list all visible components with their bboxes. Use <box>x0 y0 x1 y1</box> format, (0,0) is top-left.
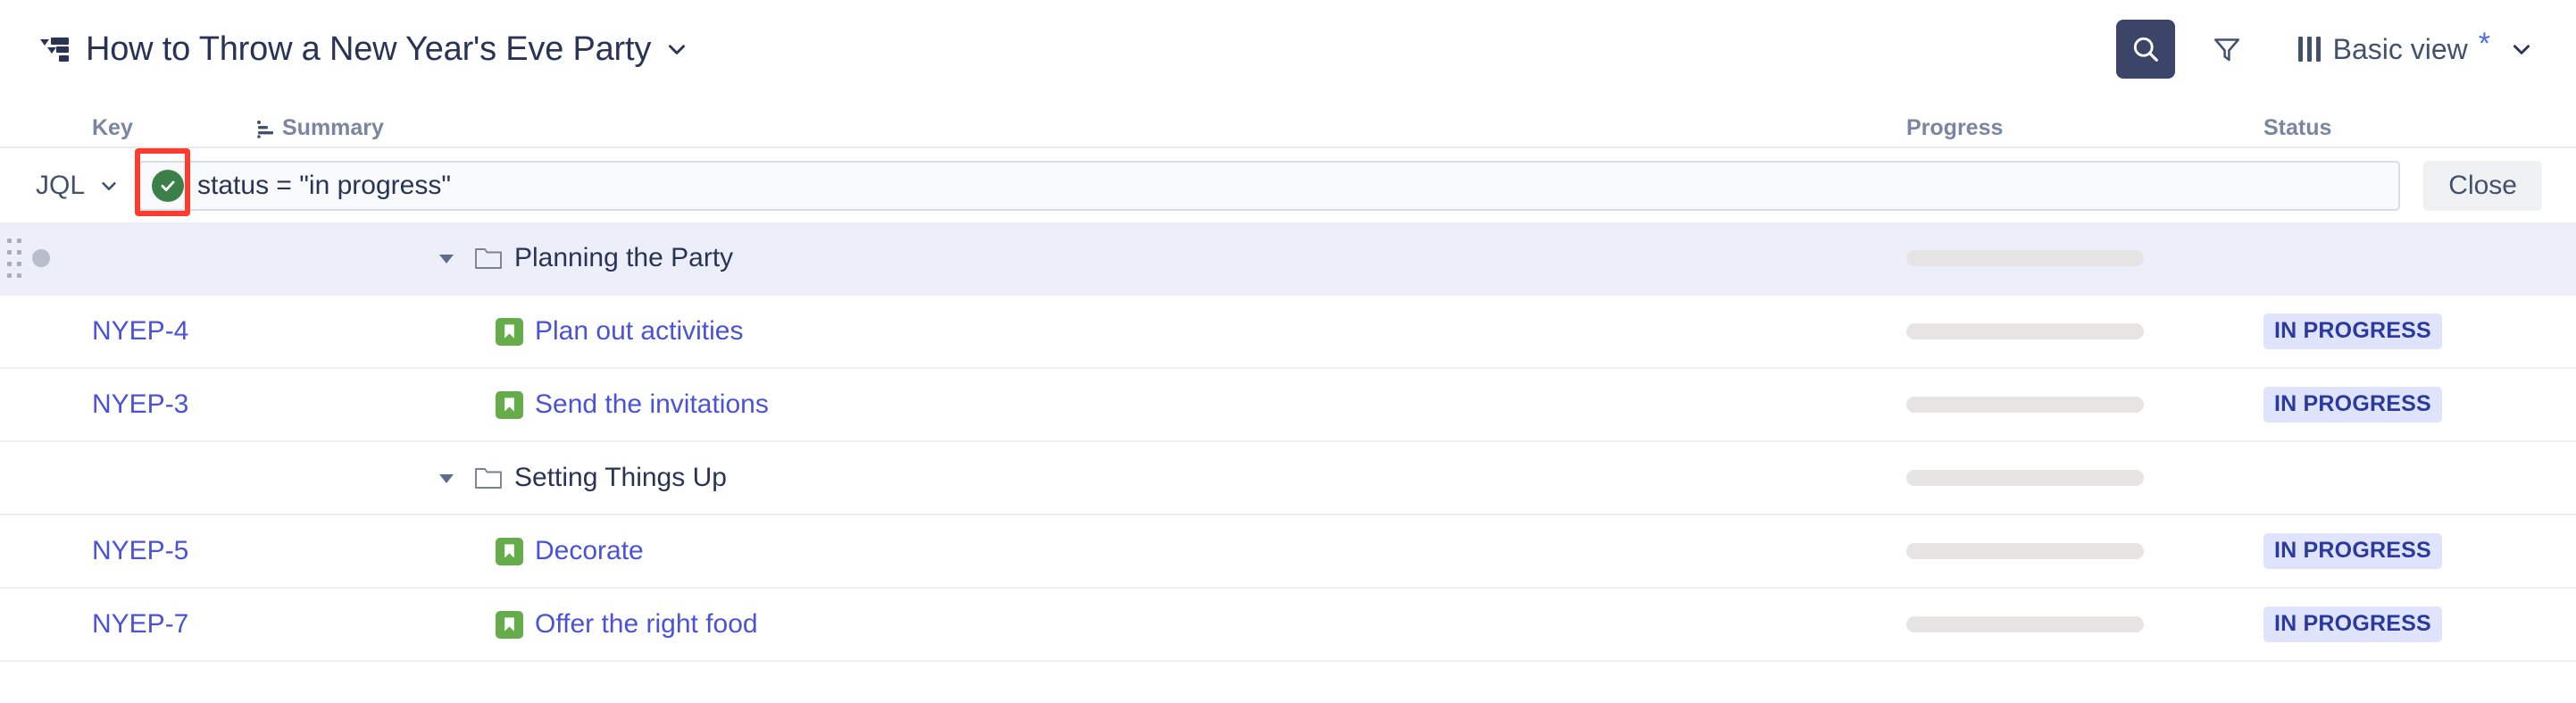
cell-progress <box>1906 543 2263 559</box>
cell-status: IN PROGRESS <box>2263 314 2576 349</box>
summary-text[interactable]: Send the invitations <box>535 389 769 420</box>
drag-handle-icon[interactable] <box>7 239 21 278</box>
cell-summary: Planning the Party <box>254 243 1906 273</box>
progress-bar <box>1906 616 2144 632</box>
caret-down-icon[interactable] <box>435 466 458 490</box>
folder-icon <box>475 468 502 489</box>
cell-summary: Send the invitations <box>254 389 1906 420</box>
cell-status: IN PROGRESS <box>2263 607 2576 642</box>
page-title: How to Throw a New Year's Eve Party <box>86 29 652 68</box>
column-headers: Key Summary Progress Status <box>0 98 2576 148</box>
story-icon <box>496 610 523 639</box>
cell-key[interactable]: NYEP-5 <box>89 536 254 566</box>
summary-text: Planning the Party <box>514 243 734 272</box>
progress-bar <box>1906 397 2144 413</box>
cell-summary: Offer the right food <box>254 609 1906 640</box>
search-icon <box>2133 37 2158 62</box>
cell-key[interactable]: NYEP-4 <box>89 316 254 347</box>
jql-mode-label: JQL <box>36 170 86 200</box>
status-badge[interactable]: IN PROGRESS <box>2263 387 2442 423</box>
title-group: How to Throw a New Year's Eve Party <box>39 30 2116 69</box>
filter-button[interactable] <box>2204 26 2250 72</box>
structure-grid: Planning the Party NYEP-4 Plan out activit… <box>0 222 2576 662</box>
table-row[interactable]: NYEP-4 Plan out activities IN PROGRESS <box>0 296 2576 369</box>
cell-status: IN PROGRESS <box>2263 533 2576 569</box>
view-modified-marker: * <box>2478 27 2490 61</box>
cell-progress <box>1906 616 2263 632</box>
hierarchy-icon <box>257 120 273 138</box>
chevron-down-icon <box>102 181 116 190</box>
filter-funnel-icon <box>2213 38 2239 62</box>
status-badge[interactable]: IN PROGRESS <box>2263 533 2442 569</box>
check-circle-icon <box>152 169 185 202</box>
cell-summary: Plan out activities <box>254 316 1906 347</box>
cell-progress <box>1906 323 2263 339</box>
row-gutter <box>0 239 89 278</box>
summary-text[interactable]: Offer the right food <box>535 609 758 640</box>
summary-text: Setting Things Up <box>514 463 727 492</box>
table-row[interactable]: Planning the Party <box>0 222 2576 296</box>
table-row[interactable]: NYEP-5 Decorate IN PROGRESS <box>0 515 2576 589</box>
cell-key[interactable]: NYEP-7 <box>89 609 254 640</box>
status-badge[interactable]: IN PROGRESS <box>2263 607 2442 642</box>
view-switcher[interactable]: Basic view * <box>2297 29 2537 66</box>
jql-mode-selector[interactable]: JQL <box>36 171 119 201</box>
search-button[interactable] <box>2115 20 2175 79</box>
progress-bar <box>1906 250 2144 266</box>
cell-status: IN PROGRESS <box>2263 387 2576 423</box>
story-icon <box>496 390 523 419</box>
table-row[interactable]: NYEP-3 Send the invitations IN PROGRESS <box>0 369 2576 442</box>
column-header-summary[interactable]: Summary <box>254 115 1906 141</box>
column-header-summary-label: Summary <box>282 115 384 140</box>
structure-hierarchy-icon <box>40 38 69 62</box>
jql-input[interactable] <box>196 162 2399 209</box>
summary-text[interactable]: Plan out activities <box>535 316 743 347</box>
cell-progress <box>1906 250 2263 266</box>
view-name: Basic view <box>2332 32 2468 65</box>
story-icon <box>496 537 523 565</box>
chevron-down-icon[interactable] <box>2510 38 2533 61</box>
cell-key[interactable]: NYEP-3 <box>89 389 254 420</box>
row-marker-dot <box>32 249 50 267</box>
cell-summary: Setting Things Up <box>254 463 1906 493</box>
top-bar-actions: Basic view * <box>2115 20 2537 79</box>
top-bar: How to Throw a New Year's Eve Party Basi… <box>0 0 2576 98</box>
chevron-down-icon[interactable] <box>665 38 688 61</box>
cell-progress <box>1906 397 2263 413</box>
table-row[interactable]: NYEP-7 Offer the right food IN PROGRESS <box>0 589 2576 662</box>
column-header-status[interactable]: Status <box>2263 115 2576 141</box>
summary-text[interactable]: Decorate <box>535 536 644 566</box>
cell-summary: Decorate <box>254 536 1906 566</box>
caret-down-icon[interactable] <box>435 247 458 270</box>
progress-bar <box>1906 543 2144 559</box>
table-row[interactable]: Setting Things Up <box>0 442 2576 515</box>
columns-icon <box>2297 37 2321 62</box>
status-badge[interactable]: IN PROGRESS <box>2263 314 2442 349</box>
cell-progress <box>1906 470 2263 486</box>
folder-icon <box>475 248 502 269</box>
column-header-progress[interactable]: Progress <box>1906 115 2263 141</box>
jql-query-field[interactable] <box>135 147 2401 216</box>
close-button[interactable]: Close <box>2423 160 2542 211</box>
column-header-key[interactable]: Key <box>89 115 254 141</box>
jql-validation-indicator <box>135 147 196 216</box>
progress-bar <box>1906 470 2144 486</box>
progress-bar <box>1906 323 2144 339</box>
story-icon <box>496 317 523 346</box>
jql-bar: JQL Close <box>0 147 2576 222</box>
